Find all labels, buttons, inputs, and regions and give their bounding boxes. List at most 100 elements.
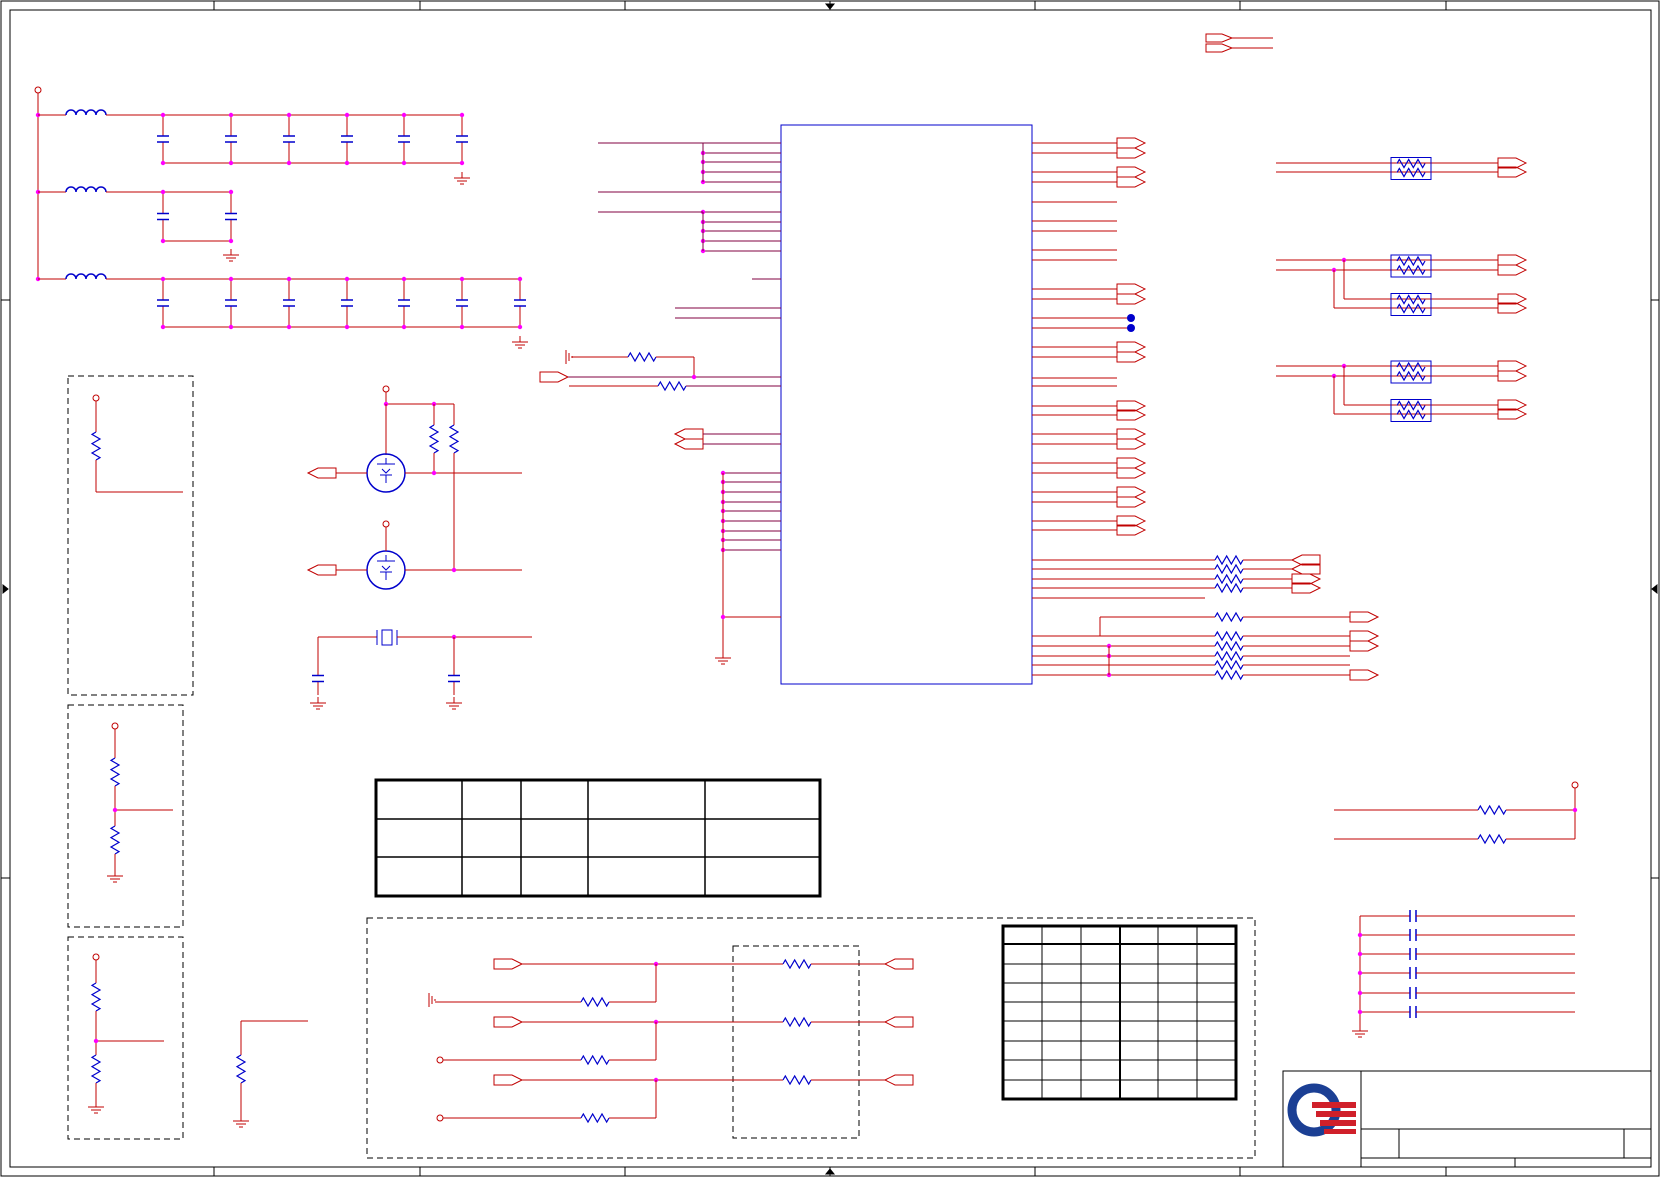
- resistor-icon: [1396, 303, 1426, 314]
- inductor-icon: [65, 273, 107, 280]
- junction-dot: [286, 112, 292, 118]
- resistor-icon: [1396, 400, 1426, 411]
- sheet-border: [0, 0, 1660, 1177]
- junction-dot: [286, 160, 292, 166]
- config-table: [1001, 924, 1238, 1101]
- power-rail-icon: [382, 385, 390, 393]
- junction-dot: [401, 324, 407, 330]
- ferrite-bead-icon: [1390, 293, 1432, 316]
- schematic-sheet: [0, 0, 1661, 1178]
- junction-dot: [160, 189, 166, 195]
- capacitor-icon: [1409, 948, 1417, 960]
- input-flag: [493, 958, 524, 970]
- ferrite-bead-icon: [1390, 360, 1432, 384]
- resistor-icon: [580, 1054, 610, 1066]
- resistor-icon: [782, 1074, 812, 1086]
- power-rail-icon: [111, 722, 119, 730]
- resistor-icon: [428, 424, 440, 454]
- decoupling-caps-right: [1352, 910, 1575, 1038]
- power-rail-icon: [436, 1114, 444, 1122]
- capacitor-icon: [1409, 929, 1417, 941]
- output-flag: [1116, 438, 1147, 450]
- junction-dot: [1357, 951, 1363, 957]
- ic-left-pins: [539, 142, 781, 665]
- output-flag: [1116, 283, 1147, 295]
- junction-dot: [1572, 807, 1578, 813]
- ferrite-bead-icon: [1390, 399, 1432, 422]
- junction-dot: [344, 276, 350, 282]
- output-flag: [1497, 370, 1528, 382]
- output-flag: [1349, 640, 1380, 652]
- bottom-resistor-network: [428, 958, 914, 1124]
- capacitor-icon: [1409, 910, 1417, 922]
- level-shifter-circuit: [306, 385, 522, 590]
- resistor-icon: [1214, 573, 1244, 585]
- testpoint-icon: [1127, 324, 1135, 332]
- resistor-icon: [1214, 563, 1244, 575]
- offpage-connector: [1205, 33, 1273, 53]
- capacitor-icon: [1409, 967, 1417, 979]
- junction-dot: [431, 470, 437, 476]
- ground-icon: [1352, 1030, 1368, 1038]
- power-rail-icon: [92, 953, 100, 961]
- resistor-icon: [1396, 167, 1426, 178]
- output-flag: [1116, 467, 1147, 479]
- output-flag: [1116, 176, 1147, 188]
- pullup-circuits: [88, 394, 308, 1128]
- bidir-flag: [673, 438, 704, 450]
- resistor-icon: [235, 1054, 247, 1084]
- output-flag: [1116, 457, 1147, 469]
- junction-dot: [517, 276, 523, 282]
- junction-dot: [401, 112, 407, 118]
- junction-dot: [228, 238, 234, 244]
- output-flag: [1497, 360, 1528, 372]
- junction-dot: [228, 112, 234, 118]
- junction-dot: [286, 276, 292, 282]
- junction-dot: [344, 112, 350, 118]
- bidir-flag: [306, 564, 337, 576]
- zone-ticks: [1, 1, 1659, 1176]
- inductor-icon: [65, 186, 107, 193]
- resistor-icon: [627, 351, 657, 363]
- junction-dot: [160, 160, 166, 166]
- resistor-icon: [448, 424, 460, 454]
- power-rail-icon: [1571, 781, 1579, 789]
- output-flag: [883, 1074, 914, 1086]
- ground-icon: [310, 702, 326, 710]
- junction-dot: [228, 160, 234, 166]
- crystal-circuit: [310, 629, 532, 710]
- mosfet-symbol: [377, 555, 395, 580]
- bidir-flag: [673, 428, 704, 440]
- ferrite-bead-icon: [1390, 157, 1432, 180]
- junction-dot: [401, 160, 407, 166]
- crystal-icon: [381, 629, 393, 646]
- inductor-icon: [65, 109, 107, 116]
- power-rail-icon: [436, 1056, 444, 1064]
- output-flag: [1349, 669, 1380, 681]
- resistor-icon: [109, 825, 121, 855]
- resistor-icon: [1477, 833, 1507, 845]
- resistor-icon: [580, 996, 610, 1008]
- ground-icon: [428, 993, 436, 1007]
- junction-dot: [160, 324, 166, 330]
- resistor-icon: [1214, 611, 1244, 623]
- junction-dot: [286, 324, 292, 330]
- junction-dot: [93, 1038, 99, 1044]
- testpoint-icon: [1127, 314, 1135, 322]
- quanta-logo-icon: [1287, 1083, 1356, 1137]
- ground-icon: [88, 1106, 104, 1114]
- resistor-icon: [1214, 554, 1244, 566]
- output-flag: [1497, 264, 1528, 276]
- resistor-icon: [1477, 804, 1507, 816]
- output-flag: [1497, 254, 1528, 266]
- junction-dot: [459, 112, 465, 118]
- main-ic: [780, 124, 1033, 685]
- resistor-icon: [1214, 640, 1244, 652]
- ferrite-filter-section: [1276, 157, 1579, 845]
- resistor-icon: [1214, 582, 1244, 594]
- ground-icon: [565, 350, 573, 364]
- bidir-flag: [306, 467, 337, 479]
- ferrite-bead-icon: [1390, 254, 1432, 278]
- resistor-icon: [90, 982, 102, 1012]
- schematic-canvas: [0, 0, 1660, 1177]
